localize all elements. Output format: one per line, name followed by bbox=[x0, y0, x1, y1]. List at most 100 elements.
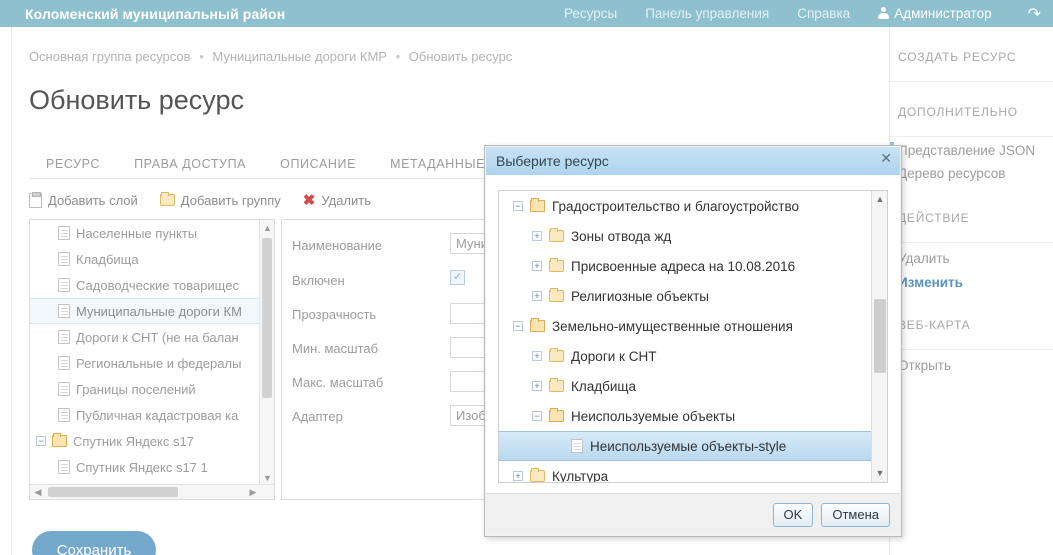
collapse-expander-icon[interactable]: − bbox=[513, 201, 523, 211]
add-group-button[interactable]: Добавить группу bbox=[159, 192, 281, 208]
layers-tree-horizontal-scrollbar[interactable]: ◀ ▶ bbox=[30, 484, 274, 499]
folder-open-icon bbox=[549, 408, 564, 422]
scroll-up-icon[interactable]: ▲ bbox=[260, 220, 274, 236]
sidebar-item-delete[interactable]: Удалить bbox=[898, 251, 950, 266]
expand-expander-icon[interactable]: + bbox=[532, 261, 542, 271]
nav-link-resources[interactable]: Ресурсы bbox=[564, 6, 617, 21]
expand-expander-icon[interactable]: + bbox=[532, 351, 542, 361]
tab-description[interactable]: ОПИСАНИЕ bbox=[263, 151, 373, 178]
resource-tree-row[interactable]: − Неиспользуемые объекты bbox=[499, 401, 872, 431]
breadcrumb-item-0[interactable]: Основная группа ресурсов bbox=[29, 49, 191, 64]
sidebar-divider bbox=[890, 349, 1053, 350]
breadcrumb: Основная группа ресурсов • Муниципальные… bbox=[29, 49, 512, 64]
tab-resource[interactable]: РЕСУРС bbox=[29, 151, 117, 178]
expand-expander-icon[interactable]: + bbox=[532, 381, 542, 391]
ok-button[interactable]: OK bbox=[772, 502, 814, 527]
layer-tree-group-row[interactable]: − Спутник Яндекс s17 bbox=[30, 428, 261, 454]
delete-icon: ✖ bbox=[302, 191, 316, 209]
resource-tree-row[interactable]: + Зоны отвода жд bbox=[499, 221, 872, 251]
sidebar-heading-additional: ДОПОЛНИТЕЛЬНО bbox=[898, 105, 1018, 119]
expander-icon bbox=[42, 306, 52, 316]
layer-tree-row[interactable]: Региональные и федералы bbox=[30, 350, 261, 376]
dialog-title: Выберите ресурс bbox=[496, 153, 609, 169]
dialog-footer: OK Отмена bbox=[486, 493, 900, 535]
expand-expander-icon[interactable]: + bbox=[513, 471, 523, 481]
add-group-label: Добавить группу bbox=[180, 192, 281, 208]
cancel-button[interactable]: Отмена bbox=[821, 502, 890, 527]
resource-tree-scrollbar[interactable]: ▲ ▼ bbox=[871, 191, 887, 482]
resource-label: Неиспользуемые объекты bbox=[571, 408, 736, 424]
resource-tree-row-selected[interactable]: Неиспользуемые объекты-style bbox=[499, 431, 872, 461]
resource-label: Неиспользуемые объекты-style bbox=[590, 438, 787, 454]
layer-tree-row[interactable]: Спутник Яндекс s17 1 bbox=[30, 454, 261, 480]
sidebar-item-json-view[interactable]: Представление JSON bbox=[898, 143, 1035, 158]
layer-tree-row[interactable]: Границы поселений bbox=[30, 376, 261, 402]
layer-tree-row[interactable]: Публичная кадастровая ка bbox=[30, 402, 261, 428]
right-sidebar: СОЗДАТЬ РЕСУРС ДОПОЛНИТЕЛЬНО Представлен… bbox=[889, 27, 1053, 555]
folder-icon bbox=[549, 348, 564, 362]
close-icon[interactable]: ✕ bbox=[880, 150, 892, 167]
scrollbar-thumb[interactable] bbox=[262, 238, 272, 398]
sidebar-item-resource-tree[interactable]: Дерево ресурсов bbox=[898, 166, 1005, 181]
resource-tree-row[interactable]: − Земельно-имущественные отношения bbox=[499, 311, 872, 341]
document-icon bbox=[58, 330, 70, 344]
nav-link-help[interactable]: Справка bbox=[797, 6, 850, 21]
collapse-expander-icon[interactable]: − bbox=[36, 436, 46, 446]
tab-access-rights[interactable]: ПРАВА ДОСТУПА bbox=[117, 151, 263, 178]
add-layer-button[interactable]: Добавить слой bbox=[29, 191, 138, 208]
folder-open-icon bbox=[530, 318, 545, 332]
scroll-down-icon[interactable]: ▼ bbox=[872, 465, 887, 482]
nav-link-control-panel[interactable]: Панель управления bbox=[645, 6, 769, 21]
resource-tree-row[interactable]: + Присвоенные адреса на 10.08.2016 bbox=[499, 251, 872, 281]
resource-tree-row[interactable]: − Градостроительство и благоустройство bbox=[499, 191, 872, 221]
user-menu[interactable]: Администратор bbox=[878, 6, 992, 21]
delete-button[interactable]: ✖ Удалить bbox=[303, 193, 371, 208]
scroll-left-icon[interactable]: ◀ bbox=[30, 485, 46, 499]
document-icon bbox=[58, 382, 70, 396]
expand-expander-icon[interactable]: + bbox=[532, 231, 542, 241]
resource-tree-row[interactable]: + Культура bbox=[499, 461, 872, 482]
scrollbar-thumb[interactable] bbox=[874, 299, 886, 373]
layer-label: Муниципальные дороги КМ bbox=[76, 303, 242, 319]
left-rail-divider bbox=[0, 27, 12, 555]
save-button[interactable]: Сохранить bbox=[32, 531, 156, 555]
scroll-up-icon[interactable]: ▲ bbox=[872, 191, 887, 208]
sidebar-heading-create-resource: СОЗДАТЬ РЕСУРС bbox=[898, 50, 1017, 64]
resource-tree-row[interactable]: + Кладбища bbox=[499, 371, 872, 401]
resource-tree-row[interactable]: + Религиозные объекты bbox=[499, 281, 872, 311]
logout-icon[interactable]: ↷ bbox=[1028, 4, 1041, 24]
layer-label: Спутник Яндекс s17 bbox=[73, 433, 194, 449]
layer-label: Садоводческие товарищес bbox=[76, 277, 239, 293]
collapse-expander-icon[interactable]: − bbox=[513, 321, 523, 331]
resource-label: Кладбища bbox=[571, 378, 637, 394]
tab-metadata[interactable]: МЕТАДАННЫЕ bbox=[373, 151, 502, 178]
layer-tree-row-selected[interactable]: Муниципальные дороги КМ bbox=[30, 298, 261, 324]
sidebar-item-edit[interactable]: Изменить bbox=[898, 275, 963, 290]
page-title: Обновить ресурс bbox=[29, 85, 244, 116]
layer-tree-row[interactable]: Дороги к СНТ (не на балан bbox=[30, 324, 261, 350]
collapse-expander-icon[interactable]: − bbox=[532, 411, 542, 421]
field-label-max-scale: Макс. масштаб bbox=[292, 375, 384, 390]
layer-tree-row[interactable]: Садоводческие товарищес bbox=[30, 272, 261, 298]
scroll-right-icon[interactable]: ▶ bbox=[245, 485, 261, 499]
enabled-checkbox[interactable]: ✓ bbox=[450, 270, 465, 285]
expand-expander-icon[interactable]: + bbox=[532, 291, 542, 301]
layer-tree-row[interactable]: Кладбища bbox=[30, 246, 261, 272]
top-nav-links: Ресурсы Панель управления Справка Админи… bbox=[564, 4, 1053, 24]
top-navigation-bar: Коломенский муниципальный район Ресурсы … bbox=[0, 0, 1053, 27]
expander-icon bbox=[42, 280, 52, 290]
layer-label: Границы поселений bbox=[76, 381, 196, 397]
resource-tree-row[interactable]: + Дороги к СНТ bbox=[499, 341, 872, 371]
expander-icon bbox=[42, 384, 52, 394]
layer-tree-row[interactable]: Населенные пункты bbox=[30, 220, 261, 246]
delete-label: Удалить bbox=[321, 192, 371, 208]
scrollbar-thumb[interactable] bbox=[48, 487, 178, 497]
sidebar-item-open[interactable]: Открыть bbox=[898, 358, 951, 373]
breadcrumb-item-1[interactable]: Муниципальные дороги КМР bbox=[212, 49, 387, 64]
layers-tree-vertical-scrollbar[interactable]: ▲ ▼ bbox=[259, 220, 274, 486]
sidebar-divider bbox=[890, 81, 1053, 82]
layers-toolbar: Добавить слой Добавить группу ✖ Удалить bbox=[29, 188, 371, 212]
document-icon bbox=[58, 226, 70, 240]
sidebar-divider bbox=[890, 242, 1053, 243]
dialog-title-bar[interactable]: Выберите ресурс ✕ bbox=[486, 147, 900, 175]
